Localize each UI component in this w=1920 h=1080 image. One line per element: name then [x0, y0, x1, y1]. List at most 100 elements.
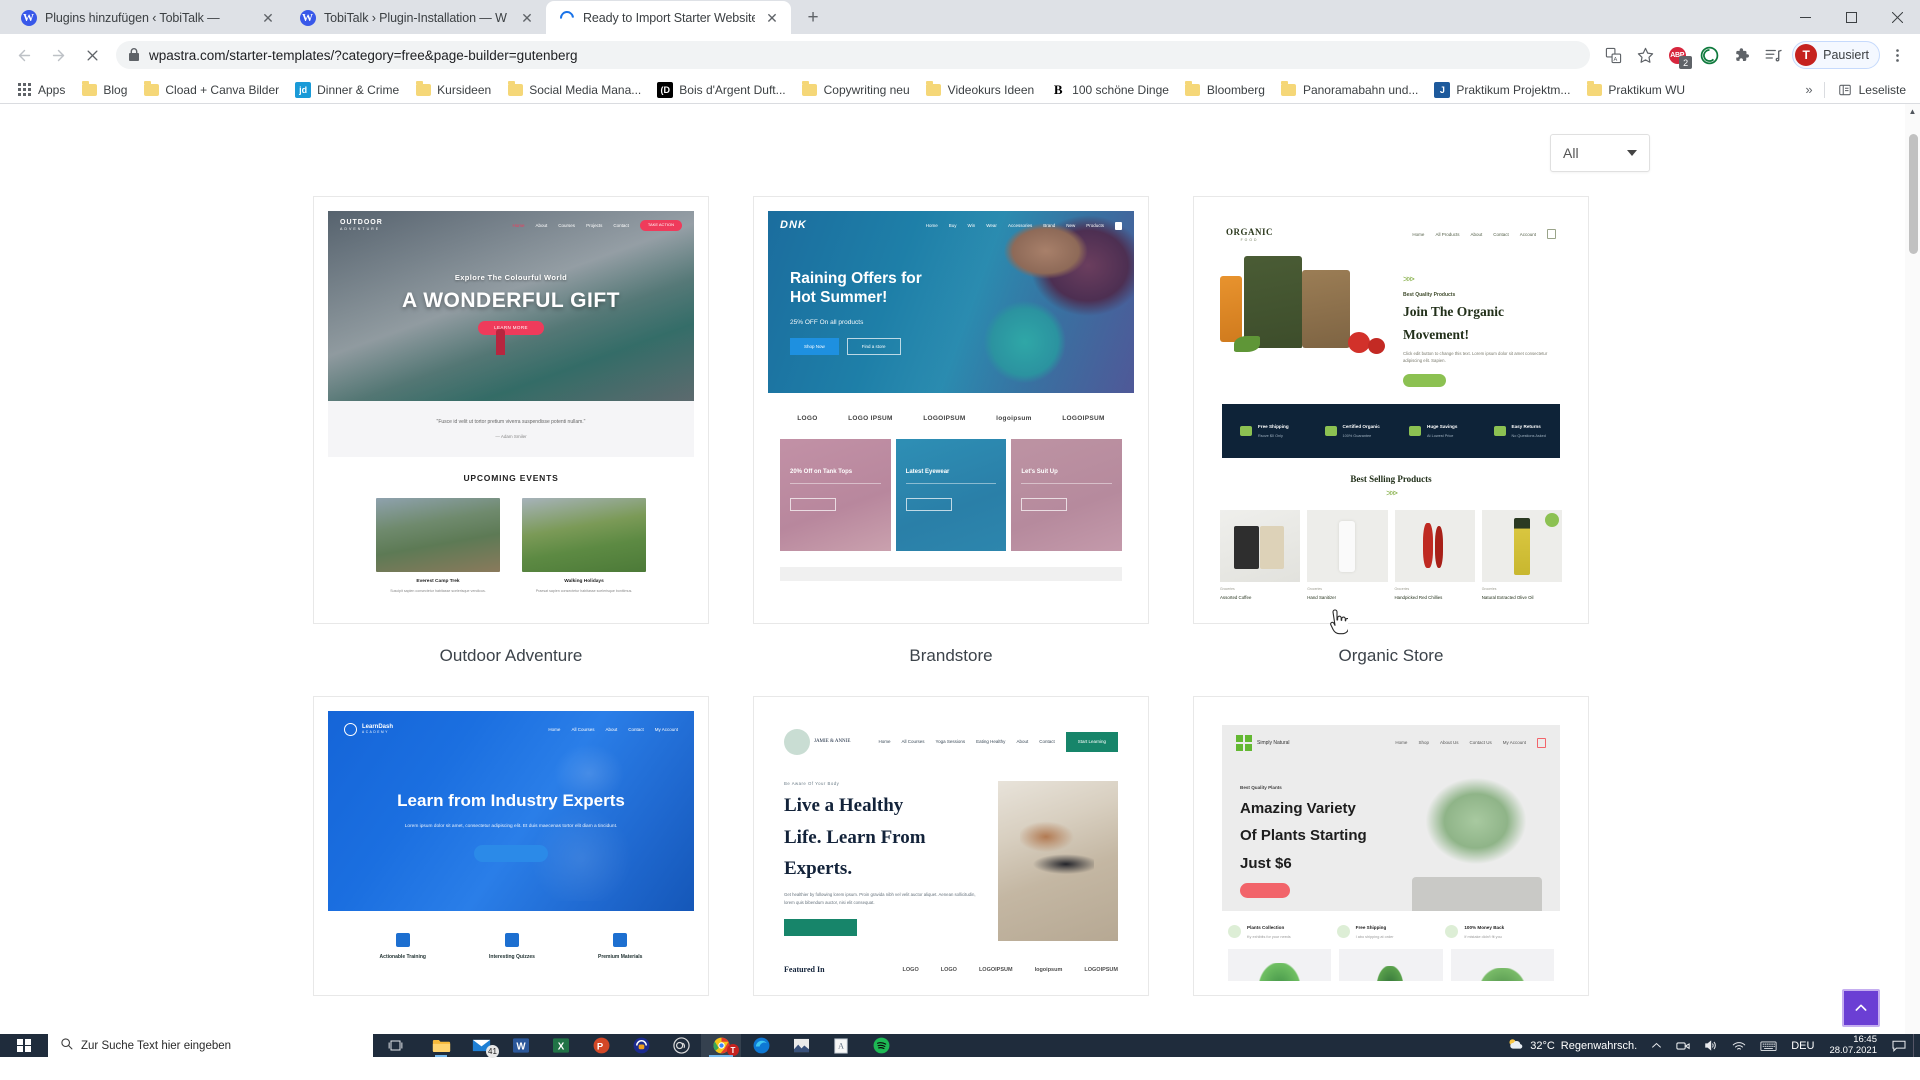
- extensions-puzzle-icon[interactable]: [1726, 40, 1756, 70]
- bookmark-label: Praktikum Projektm...: [1456, 82, 1571, 97]
- new-tab-button[interactable]: +: [799, 3, 827, 31]
- nav-link: Yoga Sessions: [935, 739, 966, 745]
- stop-loading-icon[interactable]: [76, 39, 108, 71]
- template-thumbnail[interactable]: LearnDash ACADEMY Home All Courses About: [313, 696, 709, 996]
- bookmark-item-panoramabahn[interactable]: Panoramabahn und...: [1273, 79, 1426, 101]
- template-card[interactable]: ORGANIC FOOD Home All Products About Con…: [1193, 196, 1589, 696]
- bookmark-item-praktikum-projektm[interactable]: J Praktikum Projektm...: [1426, 79, 1578, 101]
- bookmark-item-100-schoene-dinge[interactable]: B 100 schöne Dinge: [1042, 79, 1177, 101]
- template-thumbnail[interactable]: DNK Home Buy Win Wear Accessories Brand …: [753, 196, 1149, 624]
- scroll-up-arrow-icon[interactable]: ▲: [1905, 104, 1920, 119]
- task-view-icon[interactable]: [373, 1034, 417, 1057]
- hero-cta-button: [1240, 883, 1290, 898]
- bookmark-item-social-media[interactable]: Social Media Mana...: [499, 79, 649, 101]
- profile-button[interactable]: T Pausiert: [1792, 41, 1880, 69]
- page-scrollbar[interactable]: ▲ ▼: [1905, 104, 1920, 1057]
- bookmark-item-copywriting[interactable]: Copywriting neu: [794, 79, 918, 101]
- address-bar[interactable]: wpastra.com/starter-templates/?category=…: [116, 41, 1591, 69]
- colorzilla-icon[interactable]: [1694, 40, 1724, 70]
- template-thumbnail[interactable]: Simply Natural Home Shop About Us Contac…: [1193, 696, 1589, 996]
- bookmark-item-blog[interactable]: Blog: [73, 79, 135, 101]
- action-center-icon[interactable]: [1885, 1034, 1913, 1057]
- bookmark-item-dinner-crime[interactable]: jd Dinner & Crime: [287, 79, 407, 101]
- template-thumbnail[interactable]: JAMIE & ANNIE Home All Courses Yoga Sess…: [753, 696, 1149, 996]
- excel-icon[interactable]: X: [541, 1034, 581, 1057]
- bookmark-item-bloomberg[interactable]: Bloomberg: [1177, 79, 1273, 101]
- back-icon[interactable]: [8, 39, 40, 71]
- template-card[interactable]: JAMIE & ANNIE Home All Courses Yoga Sess…: [753, 696, 1149, 996]
- brand-logo: logoipsum: [996, 415, 1032, 422]
- reading-list-button[interactable]: Leseliste: [1829, 79, 1914, 101]
- wifi-icon[interactable]: [1725, 1034, 1753, 1057]
- photos-icon[interactable]: [781, 1034, 821, 1057]
- nav-link: Win: [967, 222, 976, 228]
- site-logo: DNK: [780, 219, 807, 231]
- keyboard-icon[interactable]: [1753, 1034, 1784, 1057]
- three-dot-menu-icon[interactable]: [1882, 40, 1912, 70]
- search-icon: [60, 1037, 73, 1055]
- template-card[interactable]: OUTDOOR ADVENTURE Home About Courses Pro…: [313, 196, 709, 696]
- product-list: Groceries Assorted Coffee Groceries Hand S…: [1208, 498, 1574, 600]
- hero-section: OUTDOOR ADVENTURE Home About Courses Pro…: [328, 211, 694, 401]
- taskbar-search-input[interactable]: Zur Suche Text hier eingeben: [48, 1034, 373, 1057]
- file-explorer-icon[interactable]: [421, 1034, 461, 1057]
- volume-icon[interactable]: [1697, 1034, 1725, 1057]
- profile-label: Pausiert: [1823, 48, 1869, 62]
- language-indicator[interactable]: DEU: [1784, 1034, 1821, 1057]
- browser-tab-3[interactable]: Ready to Import Starter Websites ✕: [546, 1, 791, 34]
- nav-link: Contact: [613, 222, 629, 228]
- clock[interactable]: 16:45 28.07.2021: [1821, 1034, 1885, 1057]
- chrome-icon[interactable]: T: [701, 1034, 741, 1057]
- scrollbar-thumb[interactable]: [1909, 134, 1918, 254]
- close-window-icon[interactable]: [1874, 0, 1920, 34]
- weather-widget[interactable]: 32°C Regenwahrsch.: [1500, 1034, 1644, 1057]
- box-icon: [613, 933, 628, 947]
- bookmark-item-bois-dargent[interactable]: (D Bois d'Argent Duft...: [649, 79, 793, 101]
- powerpoint-icon[interactable]: P: [581, 1034, 621, 1057]
- minimize-icon[interactable]: [1782, 0, 1828, 34]
- bookmark-star-icon[interactable]: [1630, 40, 1660, 70]
- browser-tab-1[interactable]: W Plugins hinzufügen ‹ TobiTalk — ✕: [8, 1, 288, 34]
- template-card[interactable]: DNK Home Buy Win Wear Accessories Brand …: [753, 196, 1149, 696]
- word-icon[interactable]: W: [501, 1034, 541, 1057]
- bookmark-item-praktikum-wu[interactable]: Praktikum WU: [1578, 79, 1693, 101]
- category-filter-select[interactable]: All: [1550, 134, 1650, 172]
- hero-headline-line2: Hot Summer!: [790, 289, 888, 307]
- audacity-icon[interactable]: [621, 1034, 661, 1057]
- edge-icon[interactable]: [741, 1034, 781, 1057]
- template-thumbnail[interactable]: OUTDOOR ADVENTURE Home About Courses Pro…: [313, 196, 709, 624]
- hero-cta-button: [474, 844, 548, 862]
- mini-site-preview: JAMIE & ANNIE Home All Courses Yoga Sess…: [768, 711, 1134, 981]
- windows-start-icon[interactable]: [0, 1034, 48, 1057]
- bookmark-item-cload-canva[interactable]: Cload + Canva Bilder: [135, 79, 287, 101]
- obs-icon[interactable]: [661, 1034, 701, 1057]
- tray-overflow-chevron-icon[interactable]: [1644, 1034, 1669, 1057]
- hero-headline: Learn from Industry Experts: [397, 791, 625, 810]
- maximize-icon[interactable]: [1828, 0, 1874, 34]
- close-icon[interactable]: ✕: [259, 9, 277, 27]
- close-icon[interactable]: ✕: [763, 9, 781, 27]
- adblock-icon[interactable]: ABP 2: [1662, 40, 1693, 70]
- media-list-icon[interactable]: [1758, 40, 1788, 70]
- browser-tab-2[interactable]: W TobiTalk › Plugin-Installation — W ✕: [287, 1, 547, 34]
- bookmark-apps[interactable]: Apps: [8, 79, 73, 101]
- forward-icon[interactable]: [42, 39, 74, 71]
- close-icon[interactable]: ✕: [518, 9, 536, 27]
- spotify-icon[interactable]: [861, 1034, 901, 1057]
- camera-icon[interactable]: [1669, 1034, 1697, 1057]
- bookmarks-overflow-button[interactable]: »: [1798, 80, 1819, 99]
- recycle-icon: [1493, 425, 1506, 436]
- template-card[interactable]: Simply Natural Home Shop About Us Contac…: [1193, 696, 1589, 996]
- scroll-to-top-button[interactable]: [1842, 989, 1880, 1027]
- bookmark-item-videokurs[interactable]: Videokurs Ideen: [918, 79, 1043, 101]
- mail-icon[interactable]: 41: [461, 1034, 501, 1058]
- template-card[interactable]: LearnDash ACADEMY Home All Courses About: [313, 696, 709, 996]
- show-desktop-button[interactable]: [1913, 1034, 1920, 1057]
- translate-icon[interactable]: A: [1598, 40, 1628, 70]
- bookmark-item-kursideen[interactable]: Kursideen: [407, 79, 499, 101]
- logo-icon: [1236, 735, 1252, 751]
- template-thumbnail[interactable]: ORGANIC FOOD Home All Products About Con…: [1193, 196, 1589, 624]
- notes-icon[interactable]: A: [821, 1034, 861, 1057]
- features-section: Actionable Training Interesting Quizzes …: [328, 911, 694, 960]
- event-desc: Praesat sapien consectetur habitasse sce…: [535, 589, 633, 594]
